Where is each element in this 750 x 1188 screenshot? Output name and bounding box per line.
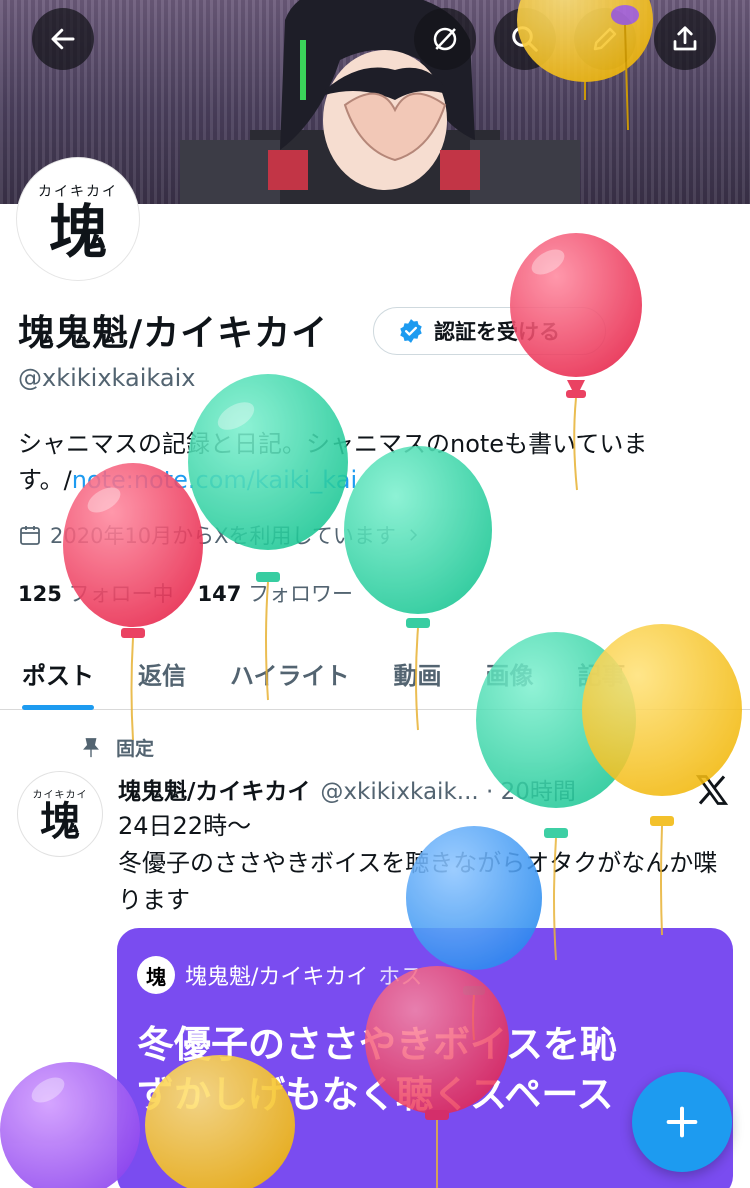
verify-label: 認証を受ける [434,320,560,344]
plus-icon [666,1106,698,1138]
card-title-line2: ずかしげもなく聴くスペース [137,1073,614,1116]
mute-icon [433,27,457,51]
mute-button[interactable] [414,8,476,70]
tab-articles[interactable]: 記事 [556,636,648,710]
post-author-avatar[interactable]: カイキカイ 塊 [17,771,103,857]
followers-label: フォロワー [248,582,354,606]
search-button[interactable] [494,8,556,70]
followers-count: 147 [197,582,242,606]
card-header: 塊 塊鬼魁/カイキカイ ホス [137,956,422,994]
post-avatar-kanji: 塊 [40,797,80,845]
following-count: 125 [18,582,62,606]
pin-icon [83,737,99,757]
post-header: 塊鬼魁/カイキカイ @xkikixkaik... · 20時間 [118,772,576,806]
follow-stats: 125 フォロー中 147 フォロワー [18,578,353,608]
search-icon [512,26,538,52]
card-author: 塊鬼魁/カイキカイ [185,965,369,990]
edit-button[interactable] [574,8,636,70]
tab-posts[interactable]: ポスト [0,636,116,710]
profile-bio: シャニマスの記録と日記。シャニマスのnoteも書いています。/note:note… [18,426,734,498]
arrow-left-icon [51,28,75,50]
profile-name: 塊鬼魁/カイキカイ [18,313,329,354]
profile-handle: @xkikixkaikaix [18,364,196,392]
post-author-name[interactable]: 塊鬼魁/カイキカイ [118,772,310,806]
tab-images[interactable]: 画像 [464,636,556,710]
following-label: フォロー中 [68,582,174,606]
joined-date-row[interactable]: 2020年10月からXを利用しています [18,520,422,550]
card-avatar: 塊 [137,956,175,994]
tab-replies[interactable]: 返信 [116,636,208,710]
verified-badge-icon [400,319,422,343]
joined-text: 2020年10月からXを利用しています [50,524,396,548]
compose-fab-button[interactable] [632,1072,732,1172]
card-title: 冬優子のささやきボイスを恥 ずかしげもなく聴くスペース [137,1020,717,1120]
get-verified-button[interactable]: 認証を受ける [373,307,606,355]
share-button[interactable] [654,8,716,70]
chevron-right-icon [410,529,417,541]
following-link[interactable]: 125 フォロー中 [18,578,174,608]
profile-tabs: ポスト 返信 ハイライト 動画 画像 記事 [0,636,750,710]
card-title-line1: 冬優子のささやきボイスを恥 [137,1023,617,1066]
post-text: 24日22時〜 冬優子のささやきボイスを聴きながらオタクがなんか喋ります [118,812,718,914]
followers-link[interactable]: 147 フォロワー [198,578,354,608]
edit-icon [593,27,617,51]
bio-link[interactable]: note:note.com/kaiki_kai [72,466,357,494]
profile-avatar[interactable]: カイキカイ 塊 [17,158,139,280]
x-logo-icon[interactable] [694,772,730,808]
share-icon [673,26,697,51]
post-handle-time: @xkikixkaik... · 20時間 [320,779,576,805]
avatar-kanji: 塊 [48,198,107,266]
card-suffix: ホス [378,965,423,990]
back-button[interactable] [32,8,94,70]
tab-highlights[interactable]: ハイライト [208,636,372,710]
pinned-indicator: 固定 [80,734,154,761]
pinned-label: 固定 [116,738,155,760]
calendar-icon [20,526,40,545]
tab-videos[interactable]: 動画 [372,636,464,710]
